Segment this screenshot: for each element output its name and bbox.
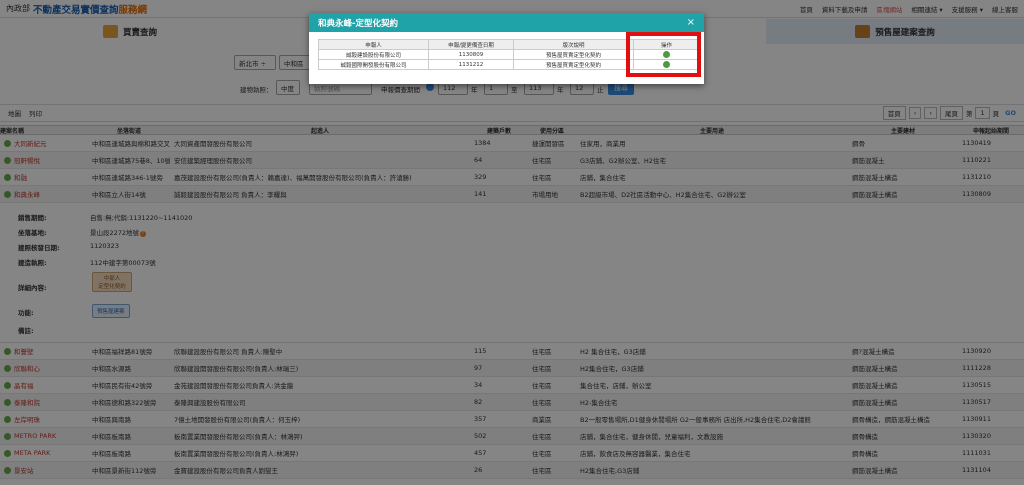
reporter-cell: 誠毅國際開發股份有限公司 (318, 59, 429, 70)
modal-title: 和典永峰-定型化契約 (318, 18, 399, 29)
col-report-date: 申報/變更備查日期 (428, 39, 514, 50)
date-cell: 1130809 (428, 49, 514, 60)
col-version: 版次說明 (513, 39, 634, 50)
reporter-cell: 誠毅建設股份有限公司 (318, 49, 429, 60)
version-cell: 預售屋買賣定型化契約 (513, 49, 634, 60)
col-reporter: 申報人 (318, 39, 429, 50)
date-cell: 1131212 (428, 59, 514, 70)
highlight-box (626, 32, 701, 77)
version-cell: 預售屋買賣定型化契約 (513, 59, 634, 70)
modal-header: 和典永峰-定型化契約 × (309, 13, 704, 32)
close-icon[interactable]: × (687, 17, 695, 28)
